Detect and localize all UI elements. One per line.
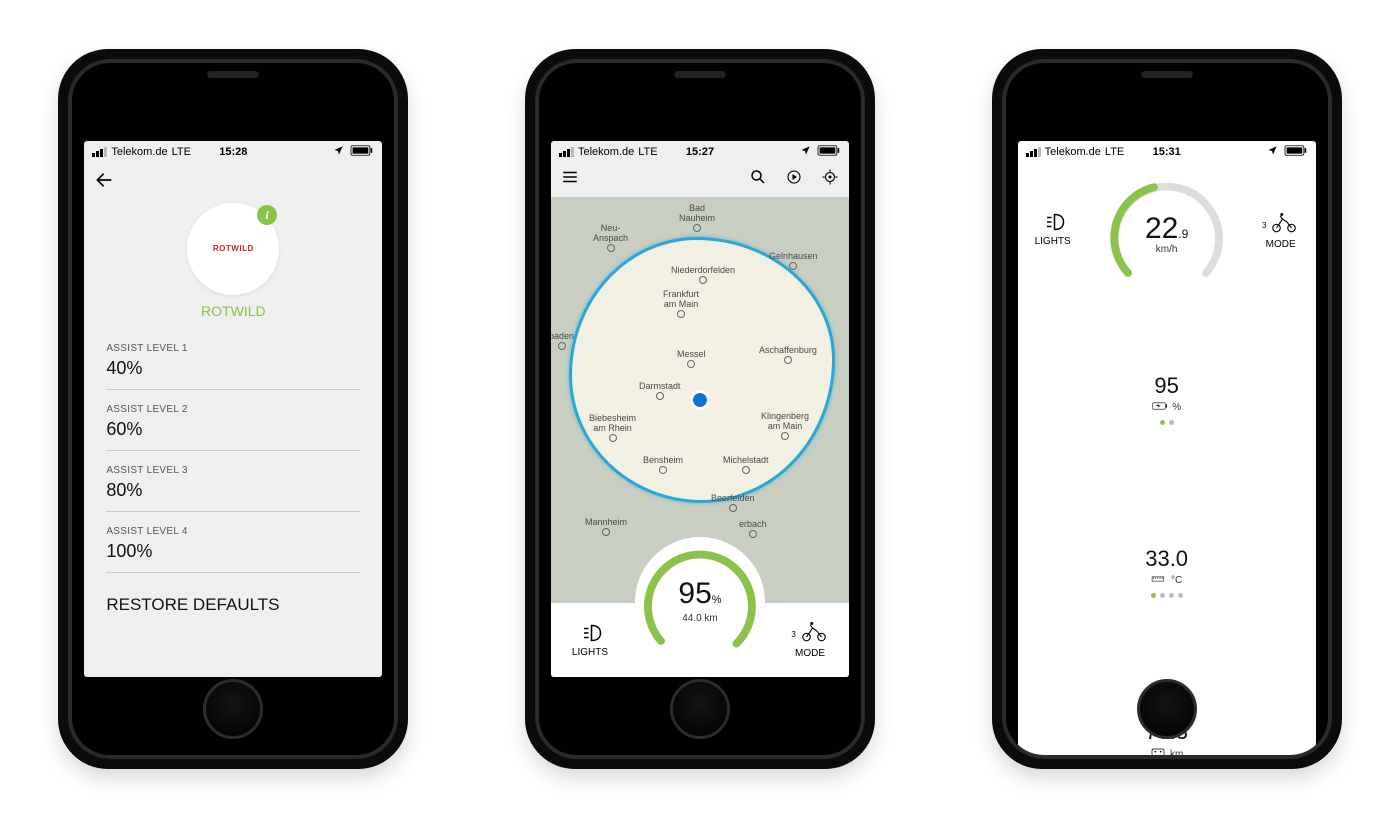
route-icon (1150, 747, 1166, 759)
screen-dashboard: Telekom.de LTE 15:31 LIGHTS 3 MODE (1018, 141, 1316, 759)
network-label: LTE (638, 146, 657, 158)
city-label: Gelnhausen (769, 251, 818, 270)
clock-label: 15:27 (686, 146, 714, 158)
city-label: Frankfurtam Main (663, 289, 699, 318)
distance-unit: km (1170, 749, 1183, 759)
network-label: LTE (172, 146, 191, 158)
locate-icon[interactable] (821, 168, 839, 191)
assist-level-value: 100% (106, 541, 360, 562)
pager-dots[interactable] (1151, 593, 1183, 598)
clock-label: 15:31 (1153, 146, 1181, 158)
city-label: baden (551, 331, 574, 350)
location-icon (1267, 145, 1278, 159)
location-icon (333, 145, 344, 159)
assist-level-value: 80% (106, 480, 360, 501)
pager-dots[interactable] (1160, 420, 1174, 425)
assist-level-row[interactable]: ASSIST LEVEL 4 100% (106, 512, 360, 573)
back-button[interactable] (94, 170, 114, 190)
city-label: BadNauheim (679, 203, 715, 232)
assist-level-row[interactable]: ASSIST LEVEL 1 40% (106, 329, 360, 390)
menu-icon[interactable] (561, 168, 579, 191)
city-label: erbach (739, 519, 767, 538)
assist-level-value: 40% (106, 358, 360, 379)
restore-defaults-button[interactable]: RESTORE DEFAULTS (84, 573, 382, 615)
battery-metric[interactable]: 95 % (1018, 313, 1316, 486)
screen-assist-levels: Telekom.de LTE 15:28 (84, 141, 382, 677)
carrier-label: Telekom.de (111, 146, 167, 158)
status-bar: Telekom.de LTE 15:27 (551, 141, 849, 163)
brand-logo-text: ROTWILD (213, 244, 254, 253)
brand-logo: ROTWILD i (187, 203, 279, 295)
city-label: Darmstadt (639, 381, 681, 400)
assist-level-row[interactable]: ASSIST LEVEL 3 80% (106, 451, 360, 512)
battery-icon (350, 145, 374, 159)
city-label: Bensheim (643, 455, 683, 474)
speed-gauge[interactable]: 22.9 km/h (1102, 169, 1232, 299)
info-icon[interactable]: i (257, 205, 277, 225)
city-label: Neu-Anspach (593, 223, 628, 252)
assist-level-label: ASSIST LEVEL 3 (106, 465, 360, 476)
mode-button[interactable]: 3 MODE (785, 620, 835, 659)
assist-level-label: ASSIST LEVEL 4 (106, 526, 360, 537)
city-label: Niederdorfelden (671, 265, 735, 284)
network-label: LTE (1105, 146, 1124, 158)
signal-icon (1026, 147, 1041, 157)
lights-label: LIGHTS (572, 647, 608, 658)
carrier-label: Telekom.de (578, 146, 634, 158)
city-label: Aschaffenburg (759, 345, 817, 364)
city-label: Messel (677, 349, 706, 368)
lights-label: LIGHTS (1035, 236, 1071, 247)
carrier-label: Telekom.de (1045, 146, 1101, 158)
assist-level-row[interactable]: ASSIST LEVEL 2 60% (106, 390, 360, 451)
screen-map: Telekom.de LTE 15:27 (551, 141, 849, 677)
assist-level-label: ASSIST LEVEL 2 (106, 404, 360, 415)
battery-gauge[interactable]: 95% 44.0 km (635, 537, 765, 667)
mode-button[interactable]: 3 MODE (1256, 211, 1306, 250)
home-button[interactable] (1137, 679, 1197, 739)
current-location-dot (690, 390, 710, 410)
mode-level: 3 (791, 630, 795, 639)
status-bar: Telekom.de LTE 15:28 (84, 141, 382, 163)
mode-label: MODE (1266, 239, 1296, 250)
temperature-metric[interactable]: 33.0 °C (1018, 486, 1316, 659)
search-icon[interactable] (749, 168, 767, 191)
brand-name-label: ROTWILD (84, 303, 382, 319)
battery-icon (1152, 401, 1168, 414)
battery-unit: % (1172, 402, 1181, 413)
city-label: Klingenbergam Main (761, 411, 809, 440)
city-label: Michelstadt (723, 455, 769, 474)
assist-level-value: 60% (106, 419, 360, 440)
city-label: Mannheim (585, 517, 627, 536)
phone-1: Telekom.de LTE 15:28 (58, 49, 408, 769)
phone-3: Telekom.de LTE 15:31 LIGHTS 3 MODE (992, 49, 1342, 769)
signal-icon (559, 147, 574, 157)
phone-2: Telekom.de LTE 15:27 (525, 49, 875, 769)
lights-button[interactable]: LIGHTS (565, 622, 615, 658)
thermometer-icon (1151, 574, 1167, 587)
assist-level-label: ASSIST LEVEL 1 (106, 343, 360, 354)
battery-value: 95 (1154, 373, 1178, 399)
temperature-unit: °C (1171, 575, 1182, 586)
city-label: Beerfelden (711, 493, 755, 512)
battery-icon (817, 145, 841, 159)
temperature-value: 33.0 (1145, 546, 1188, 572)
clock-label: 15:28 (219, 146, 247, 158)
home-button[interactable] (670, 679, 730, 739)
battery-icon (1284, 145, 1308, 159)
mode-label: MODE (795, 648, 825, 659)
location-icon (800, 145, 811, 159)
signal-icon (92, 147, 107, 157)
status-bar: Telekom.de LTE 15:31 (1018, 141, 1316, 163)
mode-level: 3 (1262, 221, 1266, 230)
city-label: Biebesheimam Rhein (589, 413, 636, 442)
lights-button[interactable]: LIGHTS (1028, 211, 1078, 247)
play-icon[interactable] (785, 168, 803, 191)
home-button[interactable] (203, 679, 263, 739)
